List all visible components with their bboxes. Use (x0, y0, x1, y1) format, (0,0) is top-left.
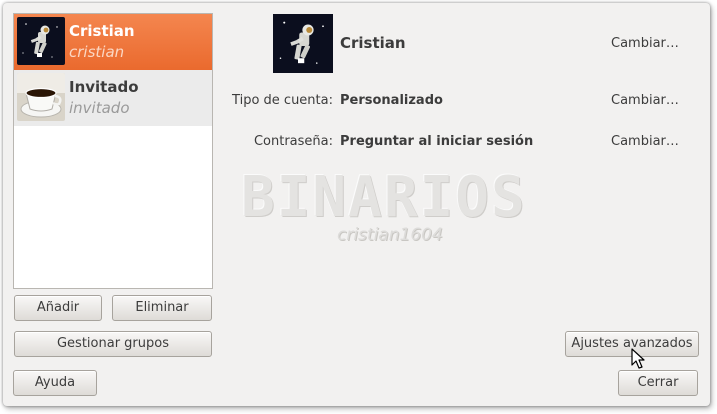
account-type-label: Tipo de cuenta: (232, 93, 333, 108)
change-account-type-link[interactable]: Cambiar… (611, 93, 679, 108)
user-list[interactable]: Cristian cristian Invitado invitado (13, 13, 213, 289)
add-user-button[interactable]: Añadir (14, 295, 102, 321)
user-list-item-cristian[interactable]: Cristian cristian (14, 14, 212, 70)
astronaut-avatar-icon[interactable] (273, 14, 333, 73)
remove-user-button[interactable]: Eliminar (112, 295, 212, 321)
change-password-link[interactable]: Cambiar… (611, 134, 679, 149)
user-accounts-window: Cristian cristian Invitado invitado Añad… (3, 3, 710, 406)
help-button[interactable]: Ayuda (13, 370, 97, 396)
manage-groups-button[interactable]: Gestionar grupos (14, 331, 212, 357)
mouse-pointer-icon (631, 348, 645, 369)
password-value: Preguntar al iniciar sesión (340, 134, 534, 149)
password-label: Contraseña: (253, 134, 333, 149)
user-login: cristian (69, 43, 125, 61)
close-button[interactable]: Cerrar (618, 370, 698, 396)
watermark-subtitle: cristian1604 (337, 225, 443, 245)
user-name: Cristian (69, 22, 135, 40)
detail-user-name[interactable]: Cristian (340, 34, 406, 52)
account-type-value: Personalizado (340, 93, 443, 108)
astronaut-avatar-icon (17, 17, 65, 65)
change-name-link[interactable]: Cambiar… (611, 36, 679, 51)
watermark-title: BINARIOS (241, 165, 527, 230)
